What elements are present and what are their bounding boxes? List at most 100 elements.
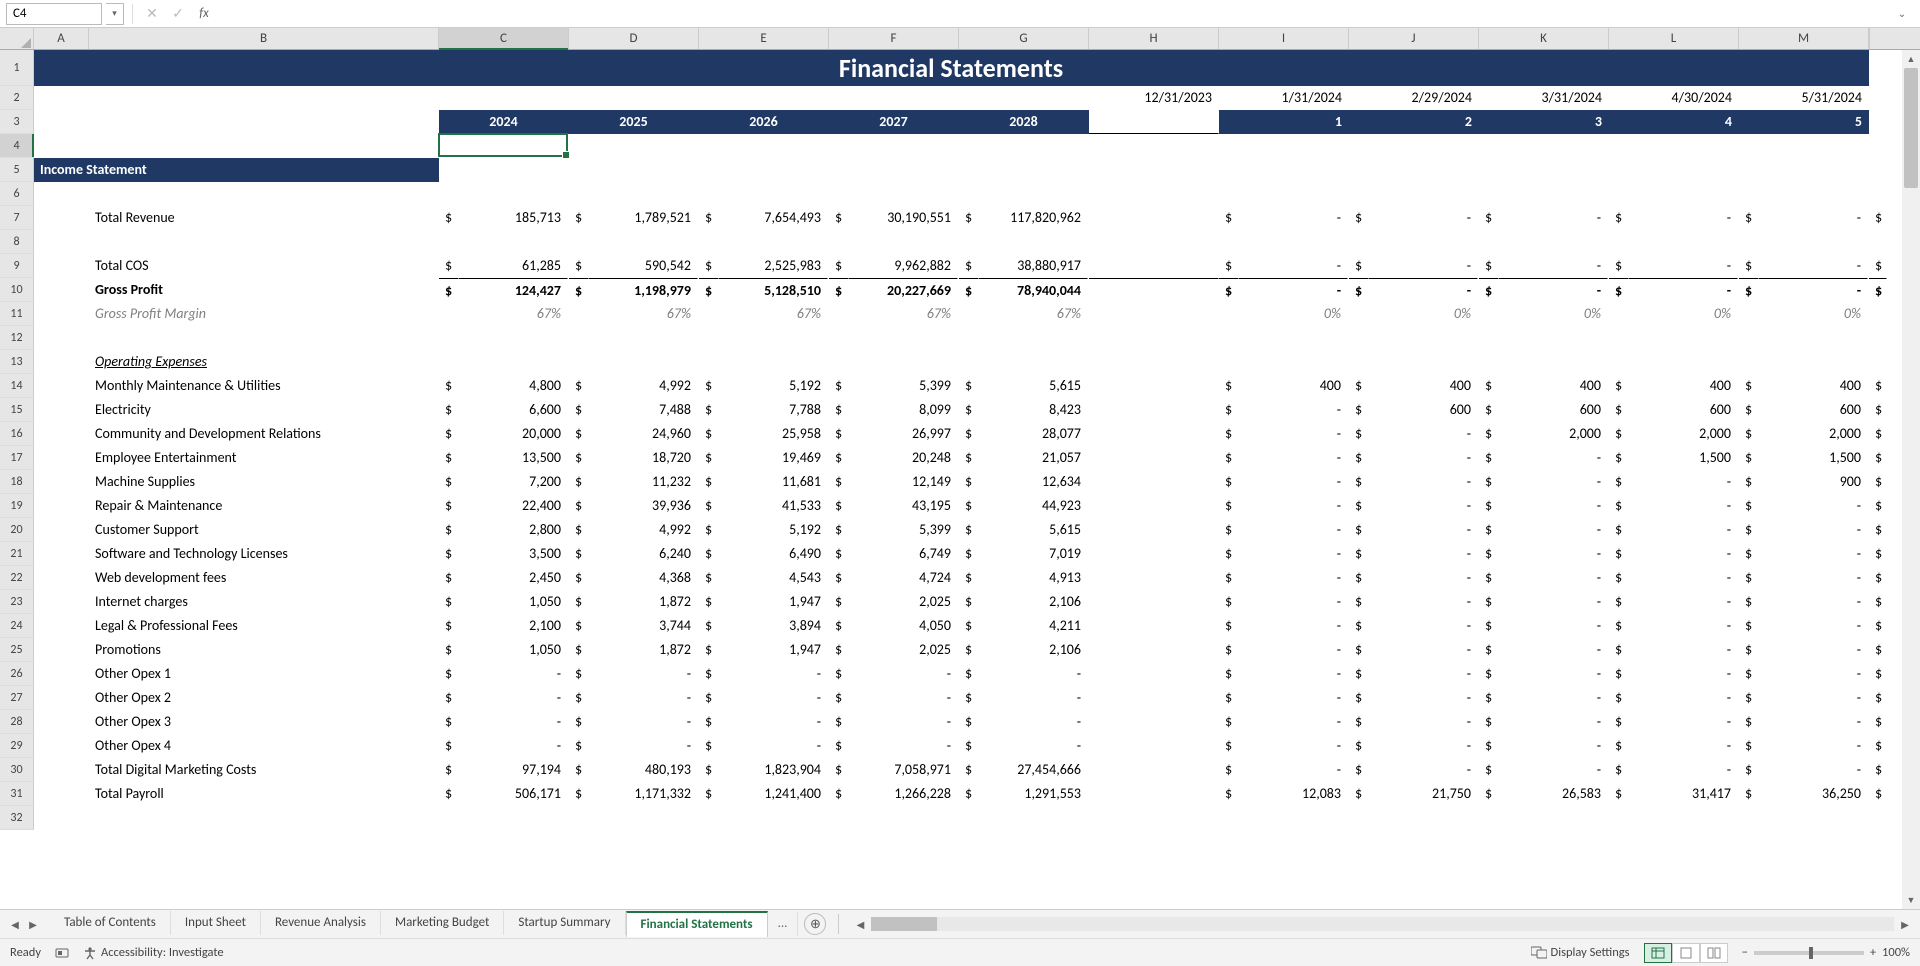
- cell[interactable]: $20,000: [439, 422, 569, 446]
- view-page-layout-button[interactable]: [1672, 943, 1700, 963]
- cell[interactable]: [1089, 350, 1219, 374]
- opex-header[interactable]: Operating Expenses: [89, 350, 439, 374]
- label-ee[interactable]: Employee Entertainment: [89, 446, 439, 470]
- select-all-corner[interactable]: [0, 28, 34, 49]
- cell[interactable]: $44,923: [959, 494, 1089, 518]
- cell[interactable]: $-: [1349, 470, 1479, 494]
- cell[interactable]: $1,823,904: [699, 758, 829, 782]
- cell[interactable]: $28,077: [959, 422, 1089, 446]
- cell[interactable]: $12,083: [1219, 782, 1349, 806]
- cell[interactable]: $2,106: [959, 590, 1089, 614]
- cell[interactable]: [569, 182, 699, 206]
- cell[interactable]: 0%: [1349, 302, 1479, 326]
- add-sheet-button[interactable]: ⊕: [804, 913, 826, 935]
- cell[interactable]: [699, 230, 829, 254]
- cell[interactable]: $-: [1739, 662, 1869, 686]
- tab-startup-summary[interactable]: Startup Summary: [504, 911, 625, 935]
- cell[interactable]: $-: [959, 734, 1089, 758]
- label-mmu[interactable]: Monthly Maintenance & Utilities: [89, 374, 439, 398]
- row-header-12[interactable]: 12: [0, 326, 34, 350]
- cell[interactable]: $12,634: [959, 470, 1089, 494]
- cell[interactable]: [569, 350, 699, 374]
- cell[interactable]: $-: [1479, 470, 1609, 494]
- column-header-G[interactable]: G: [959, 28, 1089, 49]
- cell[interactable]: $7,654,493: [699, 206, 829, 230]
- cell[interactable]: $-: [1479, 710, 1609, 734]
- cell[interactable]: $-: [1609, 206, 1739, 230]
- cell[interactable]: [1479, 134, 1609, 158]
- cell[interactable]: [34, 782, 89, 806]
- row-header-29[interactable]: 29: [0, 734, 34, 758]
- cell[interactable]: $-: [1219, 566, 1349, 590]
- cell[interactable]: [1609, 230, 1739, 254]
- cell[interactable]: $18,720: [569, 446, 699, 470]
- cell[interactable]: [1089, 782, 1219, 806]
- cell-H3[interactable]: [1089, 110, 1219, 134]
- cell[interactable]: $-: [1739, 590, 1869, 614]
- cell[interactable]: [34, 350, 89, 374]
- column-header-J[interactable]: J: [1349, 28, 1479, 49]
- cell[interactable]: [699, 86, 829, 110]
- cell[interactable]: $2,106: [959, 638, 1089, 662]
- cell[interactable]: $-: [1349, 614, 1479, 638]
- cell[interactable]: [34, 758, 89, 782]
- cell[interactable]: $-: [1219, 686, 1349, 710]
- row-header-16[interactable]: 16: [0, 422, 34, 446]
- label-gpm[interactable]: Gross Profit Margin: [89, 302, 439, 326]
- cell[interactable]: [1349, 806, 1479, 830]
- label-oo4[interactable]: Other Opex 4: [89, 734, 439, 758]
- column-header-E[interactable]: E: [699, 28, 829, 49]
- cell[interactable]: $-: [1609, 638, 1739, 662]
- cell[interactable]: [699, 158, 829, 182]
- cell[interactable]: $61,285: [439, 254, 569, 278]
- cell[interactable]: $-: [1349, 518, 1479, 542]
- cell[interactable]: $-: [1609, 614, 1739, 638]
- cell[interactable]: $-: [1219, 758, 1349, 782]
- date-period-2[interactable]: 2/29/2024: [1349, 86, 1479, 110]
- cell[interactable]: $-: [1219, 518, 1349, 542]
- row-header-2[interactable]: 2: [0, 86, 34, 110]
- cell[interactable]: [34, 326, 89, 350]
- cell[interactable]: [959, 158, 1089, 182]
- cell[interactable]: $2,525,983: [699, 254, 829, 278]
- tab-table-of-contents[interactable]: Table of Contents: [50, 911, 171, 935]
- fx-icon[interactable]: fx: [193, 3, 215, 25]
- cell[interactable]: [1089, 686, 1219, 710]
- cell[interactable]: $-: [1219, 614, 1349, 638]
- cell[interactable]: [829, 806, 959, 830]
- cell[interactable]: $-: [1609, 758, 1739, 782]
- tab-input-sheet[interactable]: Input Sheet: [171, 911, 261, 935]
- cell[interactable]: $-: [699, 710, 829, 734]
- vscroll-thumb[interactable]: [1904, 68, 1918, 188]
- cell[interactable]: $-: [1349, 254, 1479, 278]
- row-header-31[interactable]: 31: [0, 782, 34, 806]
- cell[interactable]: $-: [439, 734, 569, 758]
- cell[interactable]: $3,894: [699, 614, 829, 638]
- cell[interactable]: $7,019: [959, 542, 1089, 566]
- cell[interactable]: $-: [829, 686, 959, 710]
- cell[interactable]: $30,190,551: [829, 206, 959, 230]
- cell[interactable]: $-: [699, 686, 829, 710]
- year-hdr-2025[interactable]: 2025: [569, 110, 699, 134]
- cell[interactable]: [1089, 158, 1219, 182]
- cell[interactable]: $-: [569, 734, 699, 758]
- formula-bar-expand-icon[interactable]: ⌄: [1890, 7, 1914, 20]
- date-period-1[interactable]: 1/31/2024: [1219, 86, 1349, 110]
- cell[interactable]: $20,227,669: [829, 278, 959, 302]
- row-header-28[interactable]: 28: [0, 710, 34, 734]
- cell[interactable]: $-: [1479, 590, 1609, 614]
- cell[interactable]: [1089, 614, 1219, 638]
- cell[interactable]: [1739, 350, 1869, 374]
- vertical-scrollbar[interactable]: ▲ ▼: [1902, 50, 1920, 909]
- cell[interactable]: 0%: [1739, 302, 1869, 326]
- period-hdr-3[interactable]: 3: [1479, 110, 1609, 134]
- cell[interactable]: [1739, 158, 1869, 182]
- label-ic[interactable]: Internet charges: [89, 590, 439, 614]
- cell[interactable]: $12,149: [829, 470, 959, 494]
- cell[interactable]: $-: [1479, 566, 1609, 590]
- cell[interactable]: [89, 230, 439, 254]
- cell[interactable]: $-: [1219, 206, 1349, 230]
- cell[interactable]: $6,240: [569, 542, 699, 566]
- cell[interactable]: $-: [829, 662, 959, 686]
- cell[interactable]: 67%: [959, 302, 1089, 326]
